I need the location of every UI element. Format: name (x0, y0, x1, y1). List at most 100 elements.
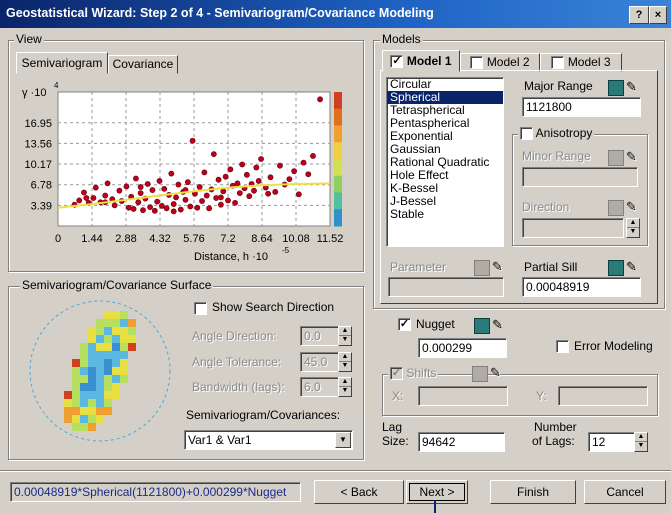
surface-cell (120, 343, 128, 351)
data-point (111, 202, 118, 209)
model-2-checkbox[interactable] (470, 56, 484, 70)
data-point (189, 137, 196, 144)
model-type-list[interactable]: Circular Spherical Tetraspherical Pentasphe… (386, 77, 504, 247)
tab-covariance-label: Covariance (112, 57, 174, 71)
surface-cell (96, 343, 104, 351)
spin-down-icon[interactable]: ▼ (339, 336, 351, 345)
lag-size-field[interactable]: 94642 (418, 432, 505, 452)
model-3-checkbox[interactable] (551, 56, 565, 70)
angle-direction-spinner[interactable]: ▲ ▼ (338, 326, 352, 346)
angle-direction-field[interactable]: 0.0 (300, 326, 339, 346)
spin-up-icon[interactable]: ▲ (339, 378, 351, 387)
shifts-checkbox[interactable]: ✓ (390, 367, 403, 381)
lag-size-label-line-2: Size: (382, 434, 409, 448)
data-point (168, 170, 175, 177)
model-list-item[interactable]: Stable (387, 208, 503, 221)
nugget-checkbox[interactable]: ✓ (398, 318, 411, 331)
data-point (156, 178, 163, 184)
next-button[interactable]: Next > (406, 480, 468, 504)
num-lags-field[interactable]: 12 (588, 432, 635, 452)
pencil-icon[interactable]: ✎ (626, 260, 637, 274)
error-modeling-checkbox[interactable] (556, 340, 569, 353)
surface-cell (88, 415, 96, 423)
surface-cell (112, 327, 120, 335)
show-search-direction-checkbox[interactable] (194, 302, 207, 315)
major-range-field[interactable]: 1121800 (522, 97, 641, 117)
direction-spinner[interactable]: ▲ ▼ (626, 218, 640, 238)
surface-cell (88, 399, 96, 407)
data-point (295, 191, 302, 198)
angle-tolerance-field[interactable]: 45.0 (300, 352, 339, 372)
shift-y-field[interactable] (558, 386, 648, 406)
tab-semivariogram[interactable]: Semivariogram (16, 52, 108, 74)
data-point (218, 194, 224, 201)
pencil-icon[interactable]: ✎ (492, 318, 503, 332)
semivariogram-chart: 3.39 6.78 10.17 13.56 16.95 0 1.44 2.88 4.32 5.76… (22, 81, 343, 263)
data-point (135, 199, 142, 206)
help-button[interactable]: ? (629, 6, 649, 24)
y-tick-label: 13.56 (24, 138, 52, 150)
data-point (201, 169, 208, 176)
tab-model-3-label: Model 3 (567, 55, 611, 69)
calculator-icon[interactable] (608, 80, 624, 96)
surface-cell (72, 391, 80, 399)
model-1-checkbox[interactable]: ✓ (390, 55, 404, 69)
spin-up-icon[interactable]: ▲ (339, 353, 351, 362)
shift-x-field[interactable] (418, 386, 508, 406)
y-tick-label: 3.39 (31, 200, 52, 212)
surface-cell (120, 327, 128, 335)
surface-cell (88, 359, 96, 367)
surface-cell (120, 319, 128, 327)
surface-cell (80, 391, 88, 399)
x-tick-label: 2.88 (115, 233, 136, 245)
chevron-down-icon[interactable]: ▼ (335, 432, 351, 448)
calculator-icon[interactable] (474, 318, 490, 334)
pencil-icon[interactable]: ✎ (626, 80, 637, 94)
spin-down-icon[interactable]: ▼ (339, 362, 351, 371)
bandwidth-field[interactable]: 6.0 (300, 377, 339, 397)
data-point (251, 187, 257, 194)
spin-down-icon[interactable]: ▼ (627, 228, 639, 237)
direction-field[interactable] (522, 218, 624, 238)
spin-up-icon[interactable]: ▲ (339, 327, 351, 336)
cursor-pointer-icon (434, 500, 436, 513)
data-point (170, 201, 177, 207)
back-button[interactable]: < Back (314, 480, 404, 504)
partial-sill-field[interactable]: 0.00048919 (522, 277, 641, 297)
pencil-icon: ✎ (492, 259, 503, 274)
num-lags-label-line-2: of Lags: (532, 434, 575, 448)
surface-cell (112, 343, 120, 351)
calculator-icon[interactable] (608, 260, 624, 276)
data-point (90, 195, 97, 201)
data-point (92, 184, 99, 191)
surface-cell (88, 407, 96, 415)
bandwidth-spinner[interactable]: ▲ ▼ (338, 377, 352, 397)
angle-tolerance-spinner[interactable]: ▲ ▼ (338, 352, 352, 372)
surface-cell (80, 415, 88, 423)
spin-down-icon[interactable]: ▼ (339, 387, 351, 396)
spin-down-icon[interactable]: ▼ (635, 442, 647, 451)
data-point (104, 180, 111, 187)
angle-direction-label: Angle Direction: (192, 329, 277, 343)
anisotropy-header: Anisotropy (518, 126, 595, 141)
spin-up-icon[interactable]: ▲ (635, 433, 647, 442)
semi-cov-label: Semivariogram/Covariances: (186, 408, 341, 422)
cancel-button[interactable]: Cancel (584, 480, 666, 504)
data-point (123, 183, 130, 190)
finish-button[interactable]: Finish (490, 480, 576, 504)
data-point (175, 181, 182, 188)
surface-cell (80, 399, 88, 407)
surface-cell (96, 399, 104, 407)
spin-up-icon[interactable]: ▲ (627, 219, 639, 228)
surface-group-label: Semivariogram/Covariance Surface (20, 278, 214, 292)
num-lags-spinner[interactable]: ▲ ▼ (634, 432, 648, 452)
close-button[interactable]: × (649, 6, 667, 24)
minor-range-field[interactable] (522, 167, 638, 187)
tab-model-1[interactable]: ✓ Model 1 (382, 50, 460, 72)
surface-cell (80, 423, 88, 431)
nugget-field[interactable]: 0.000299 (418, 338, 507, 358)
tab-model-2-label: Model 2 (486, 55, 530, 69)
anisotropy-checkbox[interactable] (520, 127, 533, 141)
semi-cov-select[interactable]: Var1 & Var1 ▼ (184, 430, 353, 450)
parameter-field[interactable] (388, 277, 504, 297)
